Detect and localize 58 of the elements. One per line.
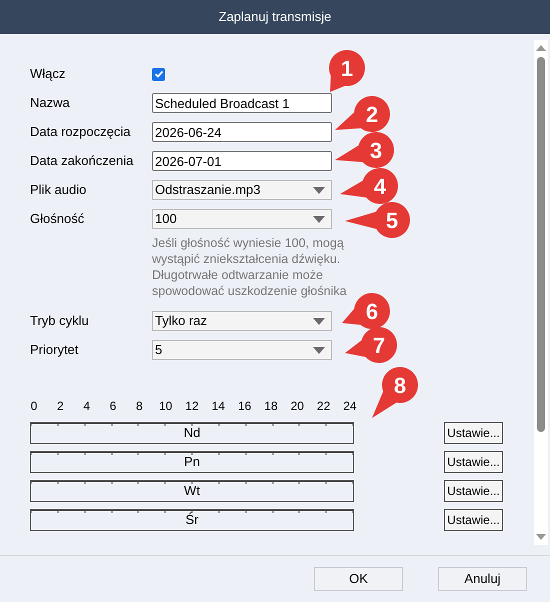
field-label: Data rozpoczęcia [30,123,132,142]
hour-label: 10 [158,398,173,413]
hour-label: 16 [238,398,252,413]
day-label: Wt [184,482,200,500]
field-label: Nazwa [30,94,71,112]
settings-button[interactable]: Ustawie... [444,480,503,502]
field-label: Tryb cyklu [30,312,90,330]
dropdown-caret-icon [313,186,325,194]
field-label: Priorytet [30,341,80,360]
numbered-callout: 8 [372,366,419,418]
hour-label: 12 [184,398,199,413]
dropdown-caret-icon [313,318,325,324]
numbered-callout: 7 [345,326,398,364]
hour-label: 20 [290,398,304,413]
hour-label: 14 [211,398,226,413]
numbered-callout: 1 [328,49,366,92]
settings-button[interactable]: Ustawie... [444,509,503,531]
day-timeline-bar[interactable]: Wt [30,480,354,502]
dropdown[interactable]: 100 [152,209,332,229]
day-label: Nd [184,424,200,442]
numbered-callout: 4 [340,167,399,205]
dropdown-caret-icon [313,216,325,222]
day-timeline-bar[interactable]: Śr [30,509,354,531]
settings-button[interactable]: Ustawie... [444,451,503,473]
text-input[interactable]: 2026-07-01 [152,151,332,171]
field-label: Głośność [30,210,86,228]
day-label: Śr [186,511,198,530]
numbered-callout: 2 [335,95,391,133]
day-label: Pn [184,453,200,472]
hour-label: 8 [134,398,144,413]
field-label: Plik audio [30,181,88,200]
hour-label: 0 [30,398,38,413]
numbered-callout: 3 [335,131,395,169]
field-label: Włącz [30,65,66,84]
scrollbar-thumb[interactable] [537,57,545,432]
day-timeline-bar[interactable]: Pn [30,451,354,473]
hour-label: 22 [316,398,331,413]
dropdown[interactable]: 5 [152,340,332,360]
dropdown-caret-icon [313,346,325,354]
day-timeline-bar[interactable]: Nd [30,422,354,444]
dropdown[interactable]: Odstraszanie.mp3 [152,180,332,200]
hour-label: 2 [56,398,65,413]
hour-label: 6 [108,398,118,413]
settings-button[interactable]: Ustawie... [444,422,503,444]
enable-checkbox[interactable] [152,68,165,80]
text-input[interactable]: Scheduled Broadcast 1 [152,93,332,113]
text-input[interactable]: 2026-06-24 [152,122,332,142]
dialog-button[interactable]: Anuluj [438,567,527,591]
field-label: Data zakończenia [30,152,134,170]
hour-label: 18 [264,398,278,413]
scroll-up-icon[interactable] [536,45,546,51]
window-title: Zaplanuj transmisje [218,8,332,26]
dropdown[interactable]: Tylko raz [152,311,332,331]
dialog-button[interactable]: OK [314,567,403,591]
numbered-callout: 5 [345,201,411,239]
hour-label: 24 [342,398,357,413]
hour-label: 4 [82,398,91,413]
scroll-down-icon[interactable] [536,534,546,540]
